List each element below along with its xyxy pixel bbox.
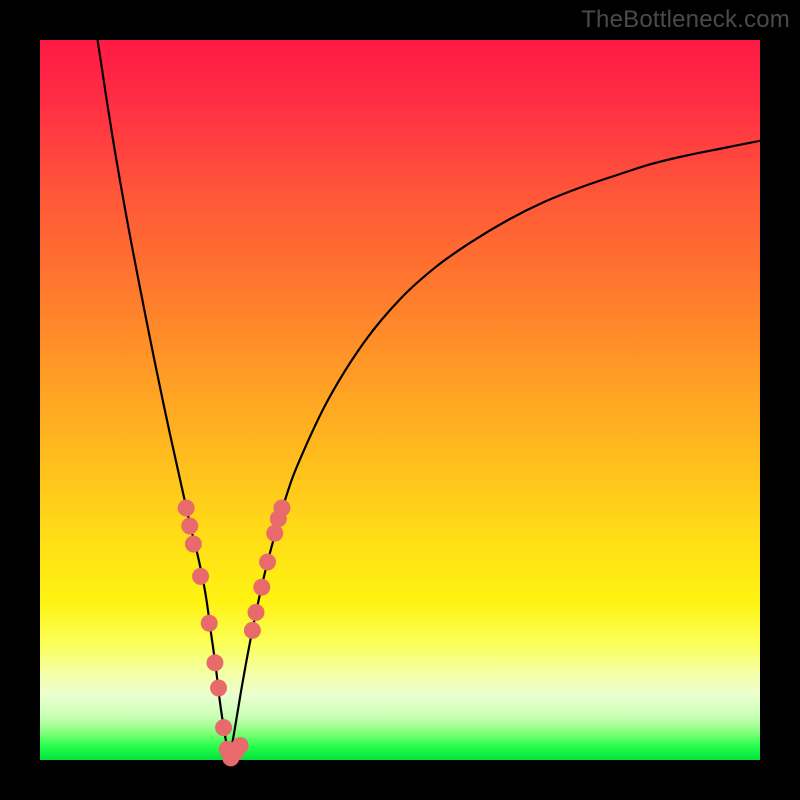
marker-point (253, 579, 270, 596)
chart-frame: TheBottleneck.com (0, 0, 800, 800)
marker-point (248, 604, 265, 621)
chart-svg (40, 40, 760, 760)
marker-layer (178, 500, 291, 767)
marker-point (266, 525, 283, 542)
curve-left-branch (98, 40, 230, 760)
marker-point (178, 500, 195, 517)
marker-point (201, 615, 218, 632)
marker-point (232, 737, 249, 754)
watermark-text: TheBottleneck.com (581, 6, 790, 34)
marker-point (259, 554, 276, 571)
marker-point (210, 680, 227, 697)
curve-layer (98, 40, 760, 760)
marker-point (181, 518, 198, 535)
curve-right-branch (229, 141, 760, 760)
marker-point (273, 500, 290, 517)
marker-point (206, 654, 223, 671)
marker-point (185, 536, 202, 553)
marker-point (244, 622, 261, 639)
marker-point (215, 719, 232, 736)
plot-area (40, 40, 760, 760)
marker-point (192, 568, 209, 585)
